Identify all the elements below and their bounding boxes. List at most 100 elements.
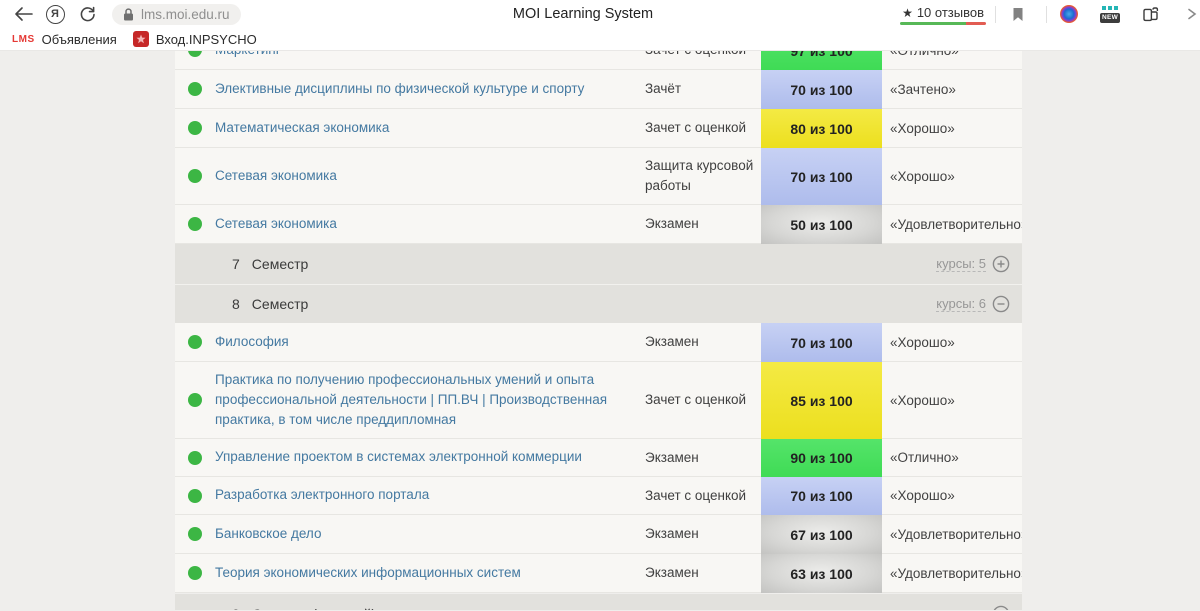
course-link[interactable]: Маркетинг: [215, 51, 281, 60]
course-status-cell: [175, 51, 215, 70]
bookmark-item-announcements[interactable]: LMS Объявления: [8, 32, 121, 47]
status-dot-icon: [188, 566, 202, 580]
status-dot-icon: [188, 489, 202, 503]
bookmark-label: Объявления: [42, 32, 117, 47]
course-link[interactable]: Философия: [215, 332, 289, 352]
semester-section-header[interactable]: 8 Семестр курсы: 6: [175, 284, 1022, 323]
courses-count-link[interactable]: курсы: 5: [936, 256, 986, 272]
refresh-icon: [79, 6, 96, 23]
extension-circle-icon: [1060, 5, 1078, 23]
semester-label: Семестр: [252, 256, 309, 272]
url-text: lms.moi.edu.ru: [141, 7, 230, 22]
course-link[interactable]: Управление проектом в системах электронн…: [215, 447, 582, 467]
course-link[interactable]: Практика по получению профессиональных у…: [215, 370, 615, 431]
score-cell: 97 из 100: [761, 51, 882, 70]
course-status-cell: [175, 439, 215, 477]
emblem-favicon: [133, 31, 149, 47]
course-link[interactable]: Сетевая экономика: [215, 214, 337, 234]
grade-text: «Удовлетворительно»: [882, 515, 1022, 554]
exam-type: Зачет с оценкой: [645, 362, 761, 439]
rating-bar: [900, 22, 986, 25]
collections-icon: [1142, 6, 1160, 22]
course-status-cell: [175, 148, 215, 205]
expand-icon[interactable]: [992, 255, 1010, 273]
semester-section-header[interactable]: 9 Семестр (текущий): [175, 594, 1022, 610]
table-row: Математическая экономика Зачет с оценкой…: [175, 109, 1022, 148]
bookmarks-bar: LMS Объявления Вход.INPSYCHO: [0, 28, 1200, 51]
bookmark-item-inpsycho[interactable]: Вход.INPSYCHO: [129, 31, 261, 47]
table-row: Банковское дело Экзамен 67 из 100 «Удовл…: [175, 515, 1022, 554]
exam-type: Зачет с оценкой: [645, 477, 761, 515]
score-cell: 67 из 100: [761, 515, 882, 554]
grade-text: «Зачтено»: [882, 70, 1022, 109]
course-link[interactable]: Математическая экономика: [215, 118, 389, 138]
score-cell: 50 из 100: [761, 205, 882, 244]
course-link[interactable]: Теория экономических информационных сист…: [215, 563, 521, 583]
grade-text: «Хорошо»: [882, 148, 1022, 205]
semester-label: Семестр (текущий): [252, 606, 376, 611]
table-row: Маркетинг Зачет с оценкой 97 из 100 «Отл…: [175, 51, 1022, 70]
score-cell: 70 из 100: [761, 323, 882, 362]
lms-favicon: LMS: [12, 34, 35, 45]
emblem-star-icon: [136, 34, 146, 44]
exam-type: Экзамен: [645, 439, 761, 477]
status-dot-icon: [188, 82, 202, 96]
course-link[interactable]: Банковское дело: [215, 524, 321, 544]
course-status-cell: [175, 515, 215, 554]
extension-browser-ring[interactable]: [1056, 2, 1082, 26]
table-row: Управление проектом в системах электронн…: [175, 439, 1022, 477]
rating-bar-positive: [900, 22, 966, 25]
page-title: MOI Learning System: [513, 6, 653, 22]
yandex-button[interactable]: Я: [42, 2, 68, 26]
course-status-cell: [175, 70, 215, 109]
grade-text: «Хорошо»: [882, 477, 1022, 515]
toolbar-separator: [1046, 6, 1047, 23]
bookmark-button[interactable]: [1005, 2, 1031, 26]
grade-text: «Отлично»: [882, 51, 1022, 70]
table-row: Элективные дисциплины по физической куль…: [175, 70, 1022, 109]
table-row: Разработка электронного портала Зачет с …: [175, 477, 1022, 515]
collapse-icon[interactable]: [992, 295, 1010, 313]
semester-number: 8: [232, 296, 240, 312]
exam-type: Экзамен: [645, 554, 761, 593]
exam-type: Экзамен: [645, 323, 761, 362]
grade-text: «Удовлетворительно»: [882, 554, 1022, 593]
new-badge-icon: NEW: [1100, 6, 1120, 23]
extension-new-tools[interactable]: NEW: [1097, 2, 1123, 26]
browser-toolbar: Я lms.moi.edu.ru MOI Learning System ★ 1…: [0, 0, 1200, 28]
course-link[interactable]: Разработка электронного портала: [215, 485, 429, 505]
grade-text: «Отлично»: [882, 439, 1022, 477]
back-button[interactable]: [10, 2, 36, 26]
score-cell: 80 из 100: [761, 109, 882, 148]
status-dot-icon: [188, 169, 202, 183]
refresh-button[interactable]: [74, 2, 100, 26]
rating-bar-negative: [966, 22, 986, 25]
course-status-cell: [175, 323, 215, 362]
table-row: Сетевая экономика Экзамен 50 из 100 «Удо…: [175, 205, 1022, 244]
address-bar[interactable]: lms.moi.edu.ru: [112, 4, 241, 25]
courses-count-link[interactable]: курсы: 6: [936, 296, 986, 312]
collections-button[interactable]: [1138, 2, 1164, 26]
table-row: Сетевая экономика Защита курсовой работы…: [175, 148, 1022, 205]
exam-type: Экзамен: [645, 205, 761, 244]
chevron-right-icon: [1187, 8, 1197, 20]
collapse-icon[interactable]: [992, 605, 1010, 611]
exam-type: Экзамен: [645, 515, 761, 554]
course-link[interactable]: Элективные дисциплины по физической куль…: [215, 79, 584, 99]
grade-text: «Хорошо»: [882, 323, 1022, 362]
reviews-count: 10 отзывов: [917, 5, 984, 20]
site-reviews-badge[interactable]: ★ 10 отзывов: [900, 3, 986, 25]
toolbar-right: ★ 10 отзывов NEW: [900, 0, 1200, 28]
status-dot-icon: [188, 451, 202, 465]
toolbar-overflow-button[interactable]: [1179, 2, 1200, 26]
new-badge-label: NEW: [1100, 13, 1120, 23]
lms-page: Маркетинг Зачет с оценкой 97 из 100 «Отл…: [0, 51, 1200, 610]
course-link[interactable]: Сетевая экономика: [215, 166, 337, 186]
lock-icon: [123, 8, 134, 21]
new-badge-dashes: [1102, 6, 1118, 10]
semester-section-header[interactable]: 7 Семестр курсы: 5: [175, 244, 1022, 284]
yandex-icon: Я: [46, 5, 65, 24]
score-cell: 85 из 100: [761, 362, 882, 439]
course-status-cell: [175, 362, 215, 439]
score-cell: 63 из 100: [761, 554, 882, 593]
